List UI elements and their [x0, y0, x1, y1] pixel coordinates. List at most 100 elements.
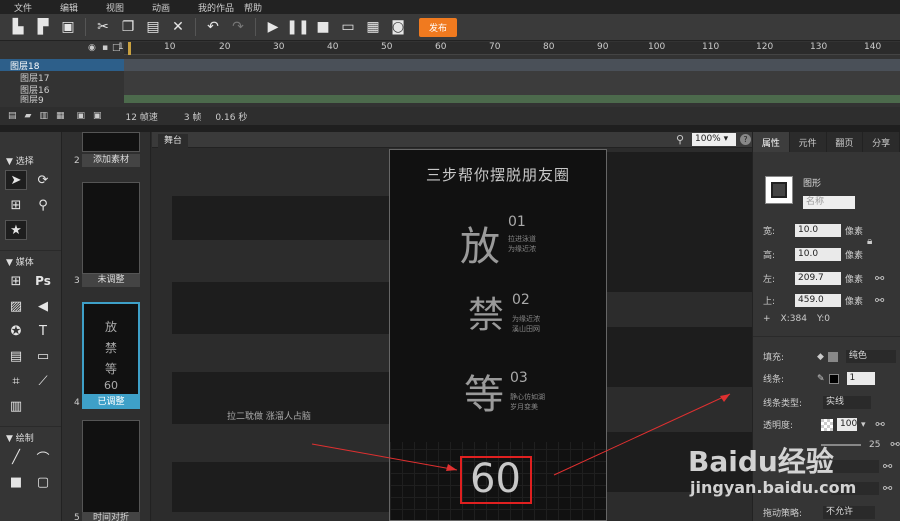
lasso-tool-icon[interactable]: ⟳	[32, 170, 54, 190]
stop-icon[interactable]: ■	[313, 17, 333, 37]
extra-input[interactable]	[831, 460, 879, 473]
star-tool-icon[interactable]: ★	[5, 220, 27, 240]
copy-icon[interactable]: ❐	[118, 17, 138, 37]
opacity-label: 透明度:	[763, 421, 794, 431]
tab-symbols[interactable]: 元件	[790, 132, 827, 152]
document-icon[interactable]: ▤	[5, 346, 27, 366]
link-icon[interactable]: ⚯	[883, 482, 892, 495]
grid-icon[interactable]: ⊞	[5, 271, 27, 291]
zoom-tool-icon[interactable]: ⚲	[32, 195, 54, 215]
opacity-input[interactable]: 100	[837, 418, 857, 431]
left-input[interactable]: 209.7	[795, 272, 841, 285]
eye-icon[interactable]: ◉	[88, 43, 96, 53]
height-input[interactable]: 10.0	[795, 248, 841, 261]
fps-text: 12 帧速	[125, 112, 158, 123]
paste-icon[interactable]: ▤	[143, 17, 163, 37]
code-icon[interactable]: ⌗	[5, 371, 27, 391]
spin-icon[interactable]: ▾	[861, 420, 866, 430]
page-label[interactable]: 时间对折	[82, 512, 140, 521]
barcode-icon[interactable]: ▥	[5, 396, 27, 416]
stroke-swatch[interactable]	[828, 373, 839, 384]
ps-icon[interactable]: Ps	[32, 271, 54, 291]
lock-ratio-icon[interactable]: 🔒︎	[867, 236, 872, 247]
link-icon[interactable]: ⚯	[883, 460, 892, 473]
screen-icon[interactable]: ▭	[32, 346, 54, 366]
new-file-icon[interactable]: ▙	[8, 17, 28, 37]
width-input[interactable]: 10.0	[795, 224, 841, 237]
frame-track[interactable]	[124, 83, 900, 95]
menu-my-works[interactable]: 我的作品	[198, 1, 244, 14]
chart-icon[interactable]: ⟋	[32, 371, 54, 391]
fill-swatch[interactable]	[827, 351, 838, 362]
audio-icon[interactable]: ◀	[32, 296, 54, 316]
drag-select[interactable]: 不允许	[823, 506, 875, 519]
save-icon[interactable]: ▣	[58, 17, 78, 37]
rect-tool-icon[interactable]: ■	[5, 472, 27, 492]
preview-icon[interactable]: ▭	[338, 17, 358, 37]
page-thumbnail[interactable]	[82, 132, 140, 152]
link-icon[interactable]: ⚯	[890, 438, 899, 451]
trash-icon[interactable]: ▥	[39, 111, 48, 121]
page-label[interactable]: 未调整	[82, 274, 140, 287]
undo-icon[interactable]: ↶	[203, 17, 223, 37]
frame-icon[interactable]: ▣	[76, 111, 85, 121]
link-icon[interactable]: ⚯	[876, 418, 885, 431]
text-icon[interactable]: T	[32, 321, 54, 341]
curve-tool-icon[interactable]: ⌒	[32, 447, 54, 467]
fill-bucket-icon[interactable]: ◆	[817, 352, 824, 362]
page-thumbnail[interactable]	[82, 420, 140, 516]
layer-row[interactable]: 图层16	[0, 83, 124, 96]
delete-icon[interactable]: ✕	[168, 17, 188, 37]
layer-row[interactable]: 图层9	[0, 95, 124, 104]
transform-tool-icon[interactable]: ⊞	[5, 195, 27, 215]
layer-row[interactable]: 图层18	[0, 59, 124, 72]
video-icon[interactable]: ✪	[5, 321, 27, 341]
unit: 像素	[845, 227, 864, 237]
frame-track[interactable]	[124, 59, 900, 71]
playhead[interactable]	[128, 42, 131, 55]
tab-properties[interactable]: 属性	[753, 132, 790, 152]
menu-animation[interactable]: 动画	[152, 1, 198, 14]
frame-icon[interactable]: ▦	[56, 111, 65, 121]
timeline-ruler[interactable]: 1 10 20 30 40 50 60 70 80 90 100 110 120…	[118, 42, 900, 55]
redo-icon[interactable]: ↷	[228, 17, 248, 37]
stroke-width-input[interactable]: 1	[846, 372, 875, 385]
play-icon[interactable]: ▶	[263, 17, 283, 37]
stroke-type-select[interactable]: 实线	[823, 396, 871, 409]
screenshot-icon[interactable]: ▦	[363, 17, 383, 37]
ruler-tick: 10	[164, 42, 176, 52]
page-thumbnail[interactable]	[82, 182, 140, 274]
tab-page-turn[interactable]: 翻页	[827, 132, 864, 152]
image-icon[interactable]: ▨	[5, 296, 27, 316]
frame-track[interactable]	[124, 71, 900, 83]
toolbar-divider	[85, 18, 86, 36]
top-input[interactable]: 459.0	[795, 294, 841, 307]
menu-file[interactable]: 文件	[14, 1, 60, 14]
cut-icon[interactable]: ✂	[93, 17, 113, 37]
menu-edit[interactable]: 编辑	[60, 1, 106, 14]
tab-share[interactable]: 分享	[863, 132, 900, 152]
folder-icon[interactable]: ▰	[25, 111, 32, 121]
arrow-tool-icon[interactable]: ➤	[5, 170, 27, 190]
export-icon[interactable]: ◙	[388, 17, 408, 37]
rounded-rect-tool-icon[interactable]: ▢	[32, 472, 54, 492]
menu-help[interactable]: 帮助	[244, 1, 290, 14]
publish-button[interactable]: 发布	[419, 17, 458, 37]
pen-icon[interactable]: ✎	[817, 374, 825, 384]
page-label[interactable]: 已调整	[82, 396, 140, 409]
line-tool-icon[interactable]: ╱	[5, 447, 27, 467]
page-thumbnail-selected[interactable]: 放 禁 等 60	[82, 302, 140, 396]
frame-icon[interactable]: ▣	[93, 111, 102, 121]
fill-type-select[interactable]: 纯色	[845, 350, 896, 363]
page-label[interactable]: 添加素材	[82, 154, 140, 167]
frame-track[interactable]	[124, 95, 900, 103]
pause-icon[interactable]: ❚❚	[286, 17, 309, 37]
menu-view[interactable]: 视图	[106, 1, 152, 14]
link-icon[interactable]: ⚯	[875, 294, 884, 307]
link-icon[interactable]: ⚯	[875, 272, 884, 285]
name-input[interactable]: 名称	[803, 196, 855, 209]
add-layer-icon[interactable]: ▤	[8, 111, 17, 121]
open-icon[interactable]: ▛	[33, 17, 53, 37]
lock-icon[interactable]: ▪	[102, 43, 108, 53]
layer-row[interactable]: 图层17	[0, 71, 124, 84]
